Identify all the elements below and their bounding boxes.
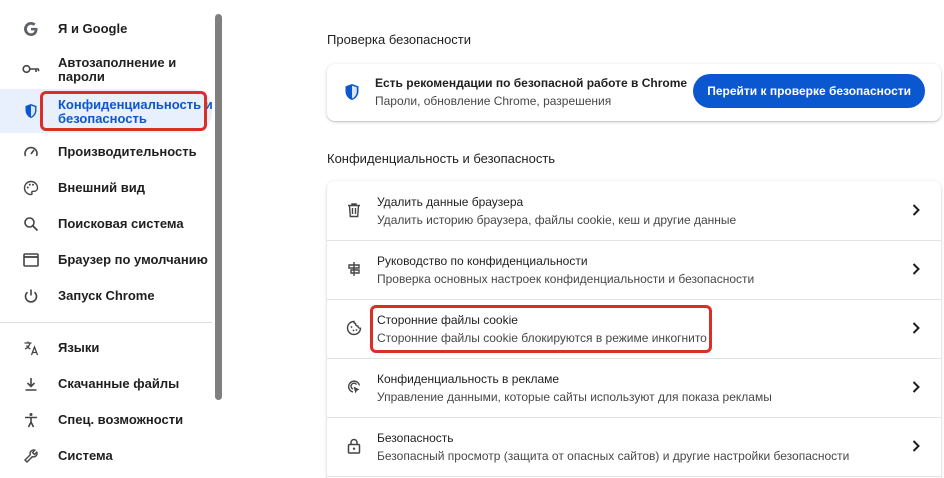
safety-check-title: Есть рекомендации по безопасной работе в… [375, 76, 688, 90]
row-subtitle: Проверка основных настроек конфиденциаль… [377, 272, 755, 286]
sidebar-item-label: Браузер по умолчанию [58, 252, 208, 267]
row-title: Руководство по конфиденциальности [377, 254, 588, 268]
sidebar-item-label: Внешний вид [58, 180, 145, 195]
trash-icon [345, 201, 363, 219]
chevron-right-icon [911, 203, 921, 217]
sidebar-item-you-and-google[interactable]: Я и Google [0, 17, 212, 41]
chevron-right-icon [911, 262, 921, 276]
sidebar-item-appearance[interactable]: Внешний вид [0, 176, 212, 200]
sidebar-item-search-engine[interactable]: Поисковая система [0, 212, 212, 236]
sidebar-item-label: Языки [58, 340, 100, 355]
sidebar-item-accessibility[interactable]: Спец. возможности [0, 408, 212, 432]
wrench-icon [22, 447, 40, 465]
highlight-box-third-party-cookies [370, 305, 712, 353]
row-security[interactable]: Безопасность Безопасный просмотр (защита… [327, 417, 941, 476]
row-privacy-guide[interactable]: Руководство по конфиденциальности Провер… [327, 240, 941, 299]
sidebar-item-label: Скачанные файлы [58, 376, 180, 391]
row-title: Удалить данные браузера [377, 195, 524, 209]
row-clear-browsing-data[interactable]: Удалить данные браузера Удалить историю … [327, 181, 941, 240]
accessibility-icon [22, 411, 40, 429]
sidebar-item-default-browser[interactable]: Браузер по умолчанию [0, 248, 212, 272]
palette-icon [22, 179, 40, 197]
speedometer-icon [22, 143, 40, 161]
safety-check-subtitle: Пароли, обновление Chrome, разрешения [375, 94, 612, 108]
google-icon [22, 20, 40, 38]
row-subtitle: Удалить историю браузера, файлы cookie, … [377, 213, 737, 227]
row-subtitle: Безопасный просмотр (защита от опасных с… [377, 449, 850, 463]
row-title: Безопасность [377, 431, 454, 445]
go-to-safety-check-button[interactable]: Перейти к проверке безопасности [693, 74, 925, 108]
key-icon [22, 60, 40, 78]
sidebar-item-label: Производительность [58, 144, 197, 159]
cookie-icon [345, 319, 363, 337]
row-ad-privacy[interactable]: Конфиденциальность в рекламе Управление … [327, 358, 941, 417]
chevron-right-icon [911, 380, 921, 394]
sidebar-item-downloads[interactable]: Скачанные файлы [0, 372, 212, 396]
row-subtitle: Управление данными, которые сайты исполь… [377, 390, 772, 404]
lock-icon [345, 437, 363, 455]
shield-icon [344, 83, 360, 101]
sidebar-divider [0, 322, 212, 323]
privacy-guide-icon [345, 260, 363, 278]
sidebar-item-label: Спец. возможности [58, 412, 184, 427]
sidebar-item-autofill[interactable]: Автозаполнение и пароли [0, 54, 212, 84]
section-title-privacy-security: Конфиденциальность и безопасность [327, 151, 556, 166]
sidebar-item-label: Поисковая система [58, 216, 184, 231]
safety-check-card: Есть рекомендации по безопасной работе в… [327, 64, 941, 121]
ad-privacy-icon [345, 378, 363, 396]
settings-sidebar: Я и Google Автозаполнение и пароли Конфи… [0, 0, 226, 478]
sidebar-item-languages[interactable]: Языки [0, 336, 212, 360]
sidebar-item-system[interactable]: Система [0, 444, 212, 468]
browser-window-icon [22, 251, 40, 269]
section-title-safety-check: Проверка безопасности [327, 32, 472, 47]
sidebar-item-performance[interactable]: Производительность [0, 140, 212, 164]
sidebar-scrollbar-thumb[interactable] [215, 14, 222, 400]
sidebar-item-on-startup[interactable]: Запуск Chrome [0, 284, 212, 308]
download-icon [22, 375, 40, 393]
sidebar-item-label: Запуск Chrome [58, 288, 155, 303]
power-icon [22, 287, 40, 305]
chevron-right-icon [911, 321, 921, 335]
sidebar-item-label: Автозаполнение и пароли [58, 55, 177, 84]
search-icon [22, 215, 40, 233]
shield-icon [22, 102, 40, 120]
sidebar-item-label: Я и Google [58, 21, 128, 36]
row-title: Конфиденциальность в рекламе [377, 372, 560, 386]
highlight-box-privacy-nav [40, 91, 207, 131]
sidebar-item-label: Система [58, 448, 113, 463]
row-divider [327, 476, 941, 477]
translate-icon [22, 339, 40, 357]
chevron-right-icon [911, 439, 921, 453]
